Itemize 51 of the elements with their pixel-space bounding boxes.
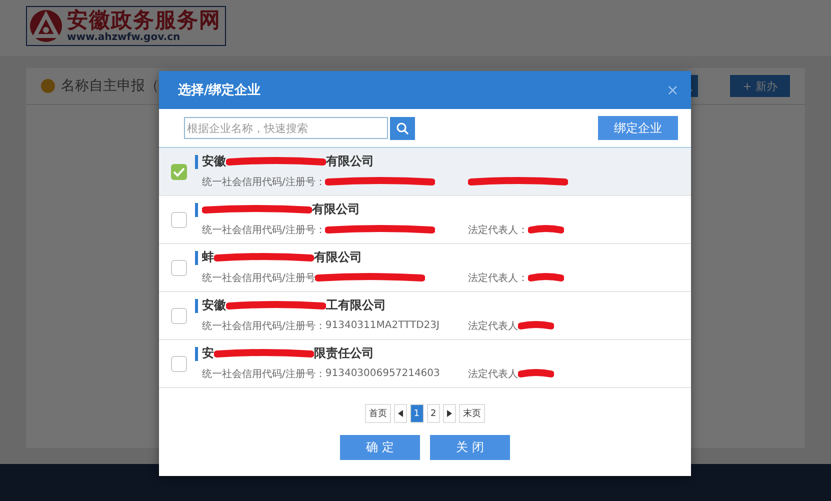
- code-value: 91340311MA2TTTD23J: [325, 320, 440, 331]
- search-icon: [396, 122, 409, 134]
- caret-left-icon: [398, 410, 403, 417]
- caret-right-icon: [447, 410, 452, 417]
- search-field[interactable]: 根据企业名称，快速搜索: [184, 117, 388, 139]
- code-label: 统一社会信用代码/注册号：: [202, 320, 326, 332]
- redaction-mark: [518, 320, 554, 332]
- legal-rep-label: 法定代表人：: [468, 272, 528, 284]
- code-label: 统一社会信用代码/注册号：: [202, 368, 326, 380]
- last-page-button[interactable]: 末页: [459, 404, 486, 423]
- checkbox[interactable]: [171, 164, 187, 180]
- company-name: 限责任公司: [314, 345, 374, 362]
- checkmark-icon: [173, 166, 185, 176]
- company-name: 安: [202, 345, 214, 362]
- document-icon: [41, 79, 55, 93]
- page-button[interactable]: 1: [410, 404, 424, 423]
- code-value: 913403006957214603: [325, 368, 440, 379]
- logo-emblem-icon: [29, 9, 63, 43]
- legal-rep-label: 法定代表人: [468, 368, 518, 380]
- checkbox[interactable]: [171, 356, 187, 372]
- code-label: 统一社会信用代码/注册号：: [202, 176, 326, 188]
- company-name: 蚌: [202, 249, 214, 266]
- logo-title: 安徽政务服务网: [67, 8, 221, 32]
- logo-url: www.ahzwfw.gov.cn: [67, 32, 182, 44]
- company-row[interactable]: 安 限责任公司 统一社会信用代码/注册号：913403006957214603 法定代表人: [159, 340, 691, 388]
- company-row[interactable]: 蚌 有限公司 统一社会信用代码/注册号 法定代表人：: [159, 244, 691, 292]
- checkbox[interactable]: [171, 308, 187, 324]
- company-row[interactable]: 安徽 有限公司 统一社会信用代码/注册号：: [159, 148, 691, 196]
- next-page-button[interactable]: [443, 404, 456, 423]
- code-label: 统一社会信用代码/注册号：: [202, 224, 326, 236]
- company-name: 安徽: [202, 153, 226, 170]
- code-label: 统一社会信用代码/注册号: [202, 272, 316, 284]
- first-page-button[interactable]: 首页: [364, 404, 391, 423]
- redaction-mark: [518, 368, 554, 380]
- dialog-title: 选择/绑定企业: [178, 82, 262, 99]
- company-name: 有限公司: [314, 249, 362, 266]
- search-button[interactable]: [390, 116, 415, 140]
- company-row[interactable]: 有限公司 统一社会信用代码/注册号： 法定代表人：: [159, 196, 691, 244]
- company-name: 有限公司: [326, 153, 374, 170]
- company-name: 安徽: [202, 297, 226, 314]
- previous-page-button[interactable]: [394, 404, 407, 423]
- legal-rep-label: 法定代表人: [468, 320, 518, 332]
- company-name: 工有限公司: [326, 297, 386, 314]
- legal-rep-label: 法定代表人：: [468, 224, 528, 236]
- checkbox[interactable]: [171, 212, 187, 228]
- company-name: 有限公司: [312, 201, 360, 218]
- redaction-mark: [528, 272, 564, 284]
- company-row[interactable]: 安徽 工有限公司 统一社会信用代码/注册号：91340311MA2TTTD23J 法定代表人: [159, 292, 691, 340]
- redaction-mark: [528, 224, 564, 236]
- page-button[interactable]: 2: [426, 404, 440, 423]
- checkbox[interactable]: [171, 260, 187, 276]
